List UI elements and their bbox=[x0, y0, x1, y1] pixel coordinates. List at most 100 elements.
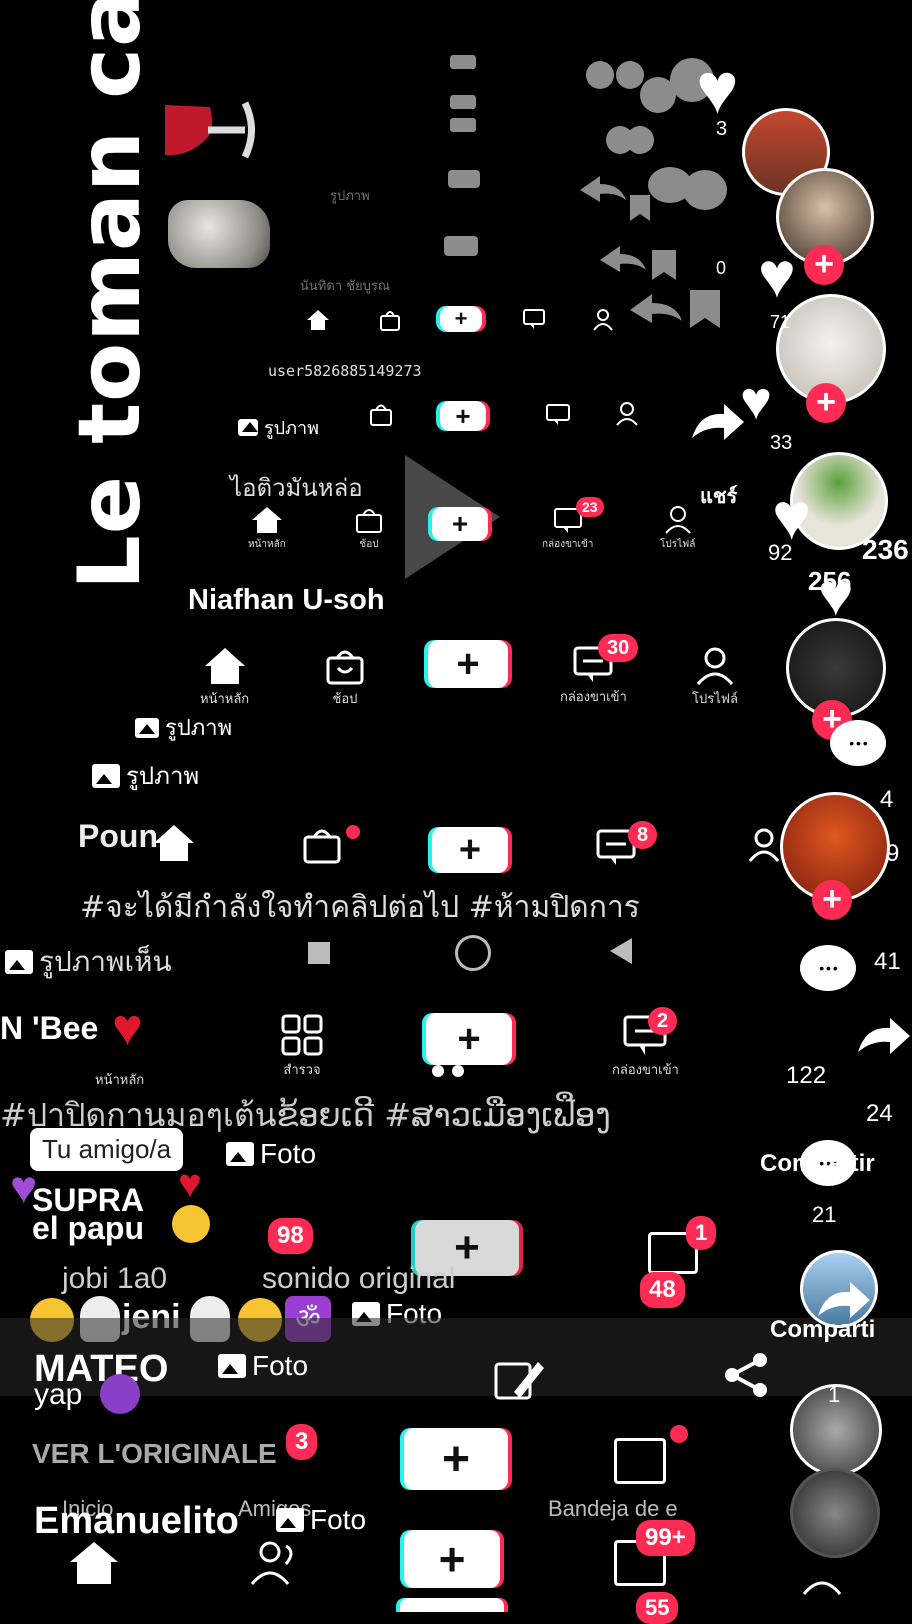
inbox-badge: 8 bbox=[628, 821, 658, 849]
comment-icon[interactable] bbox=[800, 945, 856, 991]
badge-99: 99+ bbox=[636, 1520, 695, 1556]
inbox-icon[interactable] bbox=[614, 1438, 666, 1484]
friends-icon[interactable] bbox=[248, 1540, 304, 1591]
nav-profile[interactable]: โปรไฟล์ bbox=[692, 646, 738, 709]
nav-profile[interactable]: โปรไฟล์ bbox=[660, 505, 695, 552]
profile-icon[interactable] bbox=[615, 401, 639, 427]
home-icon[interactable] bbox=[152, 823, 196, 863]
photo-tag: Foto bbox=[218, 1350, 308, 1382]
photo-icon bbox=[238, 419, 258, 436]
hashtags-thai: #จะได้มีกำลังใจทำคลิปต่อไป #ห้ามปิดการ bbox=[80, 890, 640, 925]
share-icon[interactable] bbox=[722, 1350, 772, 1405]
share-label: Comparti bbox=[770, 1316, 876, 1343]
badge-55: 55 bbox=[636, 1592, 679, 1624]
badge-3: 3 bbox=[286, 1424, 318, 1460]
nav-row-5: + 8 bbox=[0, 815, 780, 895]
thai-username: ไอติวมันหล่อ bbox=[230, 474, 363, 502]
count: 41 bbox=[874, 948, 901, 975]
comment-icon[interactable] bbox=[830, 720, 886, 766]
recents-square-icon[interactable] bbox=[308, 942, 330, 964]
svg-text:รูปภาพ: รูปภาพ bbox=[330, 189, 370, 204]
shop-bag-icon bbox=[356, 509, 382, 533]
page-dot bbox=[432, 1065, 444, 1077]
shop-bag-icon[interactable] bbox=[368, 401, 394, 427]
home-circle-icon[interactable] bbox=[455, 935, 491, 971]
photo-tag: Foto bbox=[226, 1138, 316, 1170]
home-icon[interactable] bbox=[305, 308, 331, 332]
photo-tag: Foto bbox=[276, 1504, 366, 1536]
count: 256 bbox=[808, 566, 852, 596]
nav-friends[interactable]: สำรวจ bbox=[280, 1013, 324, 1080]
follow-button[interactable]: + bbox=[804, 245, 844, 285]
home-icon bbox=[251, 507, 282, 533]
repost-edit-icon[interactable] bbox=[492, 1352, 544, 1409]
back-triangle-icon[interactable] bbox=[610, 938, 632, 964]
shop-bag-icon[interactable] bbox=[302, 825, 342, 865]
avatar[interactable] bbox=[790, 1468, 880, 1558]
photo-icon bbox=[5, 950, 33, 974]
red-heart-icon: ♥ bbox=[178, 1162, 202, 1206]
count: 71 bbox=[770, 312, 791, 332]
create-plus-button[interactable]: + bbox=[432, 827, 508, 873]
username-papu: el papu bbox=[32, 1210, 145, 1246]
heart-icon[interactable]: ♥ bbox=[758, 238, 796, 312]
follow-button[interactable]: + bbox=[806, 383, 846, 423]
create-plus-button[interactable]: + bbox=[404, 1530, 500, 1588]
home-icon bbox=[204, 648, 245, 684]
count: 3 bbox=[716, 118, 728, 140]
count: 92 bbox=[768, 540, 793, 565]
inbox-badge: 23 bbox=[576, 497, 604, 517]
nav-home[interactable]: หน้าหลัก bbox=[248, 505, 286, 552]
profile-icon[interactable] bbox=[592, 308, 614, 332]
photo-icon bbox=[276, 1508, 304, 1532]
nav-inbox-label: Bandeja de e bbox=[548, 1496, 678, 1521]
nav-home[interactable]: หน้าหลัก bbox=[200, 646, 249, 709]
devil-emoji-icon bbox=[100, 1374, 140, 1414]
home-icon[interactable] bbox=[68, 1540, 120, 1591]
count: 24 bbox=[866, 1100, 893, 1127]
profile-icon[interactable] bbox=[802, 1556, 842, 1601]
svg-text:นันทิดา ชัยบูรณ: นันทิดา ชัยบูรณ bbox=[300, 279, 390, 294]
count: 4 bbox=[880, 786, 894, 813]
wine-glass-icon bbox=[160, 95, 270, 165]
inbox-dot bbox=[670, 1425, 688, 1443]
grid-icon bbox=[281, 1014, 323, 1056]
nav-row-4: หน้าหลัก ช้อป + กล่องขาเข้า 30 โปรไฟล์ bbox=[0, 634, 760, 720]
create-plus-button[interactable]: + bbox=[440, 401, 486, 431]
photo-tag: รูปภาพเห็น bbox=[5, 940, 172, 984]
photo-icon bbox=[92, 763, 120, 788]
share-arrow-icon[interactable] bbox=[856, 1016, 912, 1069]
inbox-badge: 2 bbox=[648, 1007, 678, 1035]
count: 1 bbox=[828, 1382, 841, 1407]
inbox-icon[interactable] bbox=[522, 308, 546, 330]
badge-1: 1 bbox=[686, 1216, 717, 1250]
create-plus-button[interactable]: + bbox=[428, 640, 508, 688]
share-arrow-icon[interactable] bbox=[690, 402, 746, 455]
friend-tag: Tu amigo/a bbox=[30, 1128, 184, 1171]
nav-row-6: หน้าหลัก สำรวจ + กล่องขาเข้า 2 bbox=[0, 1005, 760, 1087]
follow-button[interactable]: + bbox=[812, 880, 852, 920]
inbox-icon[interactable] bbox=[545, 403, 571, 427]
sound-author: jobi 1a0 bbox=[62, 1262, 168, 1295]
photo-icon bbox=[226, 1142, 254, 1166]
photo-tag-small: รูปภาพ bbox=[238, 413, 319, 442]
create-plus-button[interactable]: + bbox=[404, 1428, 508, 1490]
photo-tag: รูปภาพ bbox=[92, 756, 199, 795]
create-plus-button[interactable]: + bbox=[432, 507, 488, 541]
page-dot bbox=[452, 1065, 464, 1077]
nav-shop[interactable]: ช้อป bbox=[325, 646, 365, 709]
create-plus-button[interactable]: + bbox=[440, 306, 482, 332]
view-original-label[interactable]: VER L'ORIGINALE bbox=[32, 1438, 277, 1470]
profile-icon[interactable] bbox=[748, 827, 780, 863]
create-plus-button-partial[interactable] bbox=[400, 1598, 504, 1612]
share-label: Compartir bbox=[760, 1150, 875, 1177]
create-plus-button[interactable]: + bbox=[426, 1013, 512, 1065]
badge-48: 48 bbox=[640, 1272, 685, 1308]
video-caption: Le toman cap bbox=[60, 0, 160, 590]
rock-emoji-icon bbox=[168, 200, 270, 268]
shop-bag-icon[interactable] bbox=[378, 308, 402, 332]
photo-icon bbox=[135, 717, 159, 738]
nav-shop[interactable]: ช้อป bbox=[354, 505, 384, 552]
photo-tag: รูปภาพ bbox=[135, 710, 232, 745]
shop-bag-icon bbox=[326, 650, 364, 685]
